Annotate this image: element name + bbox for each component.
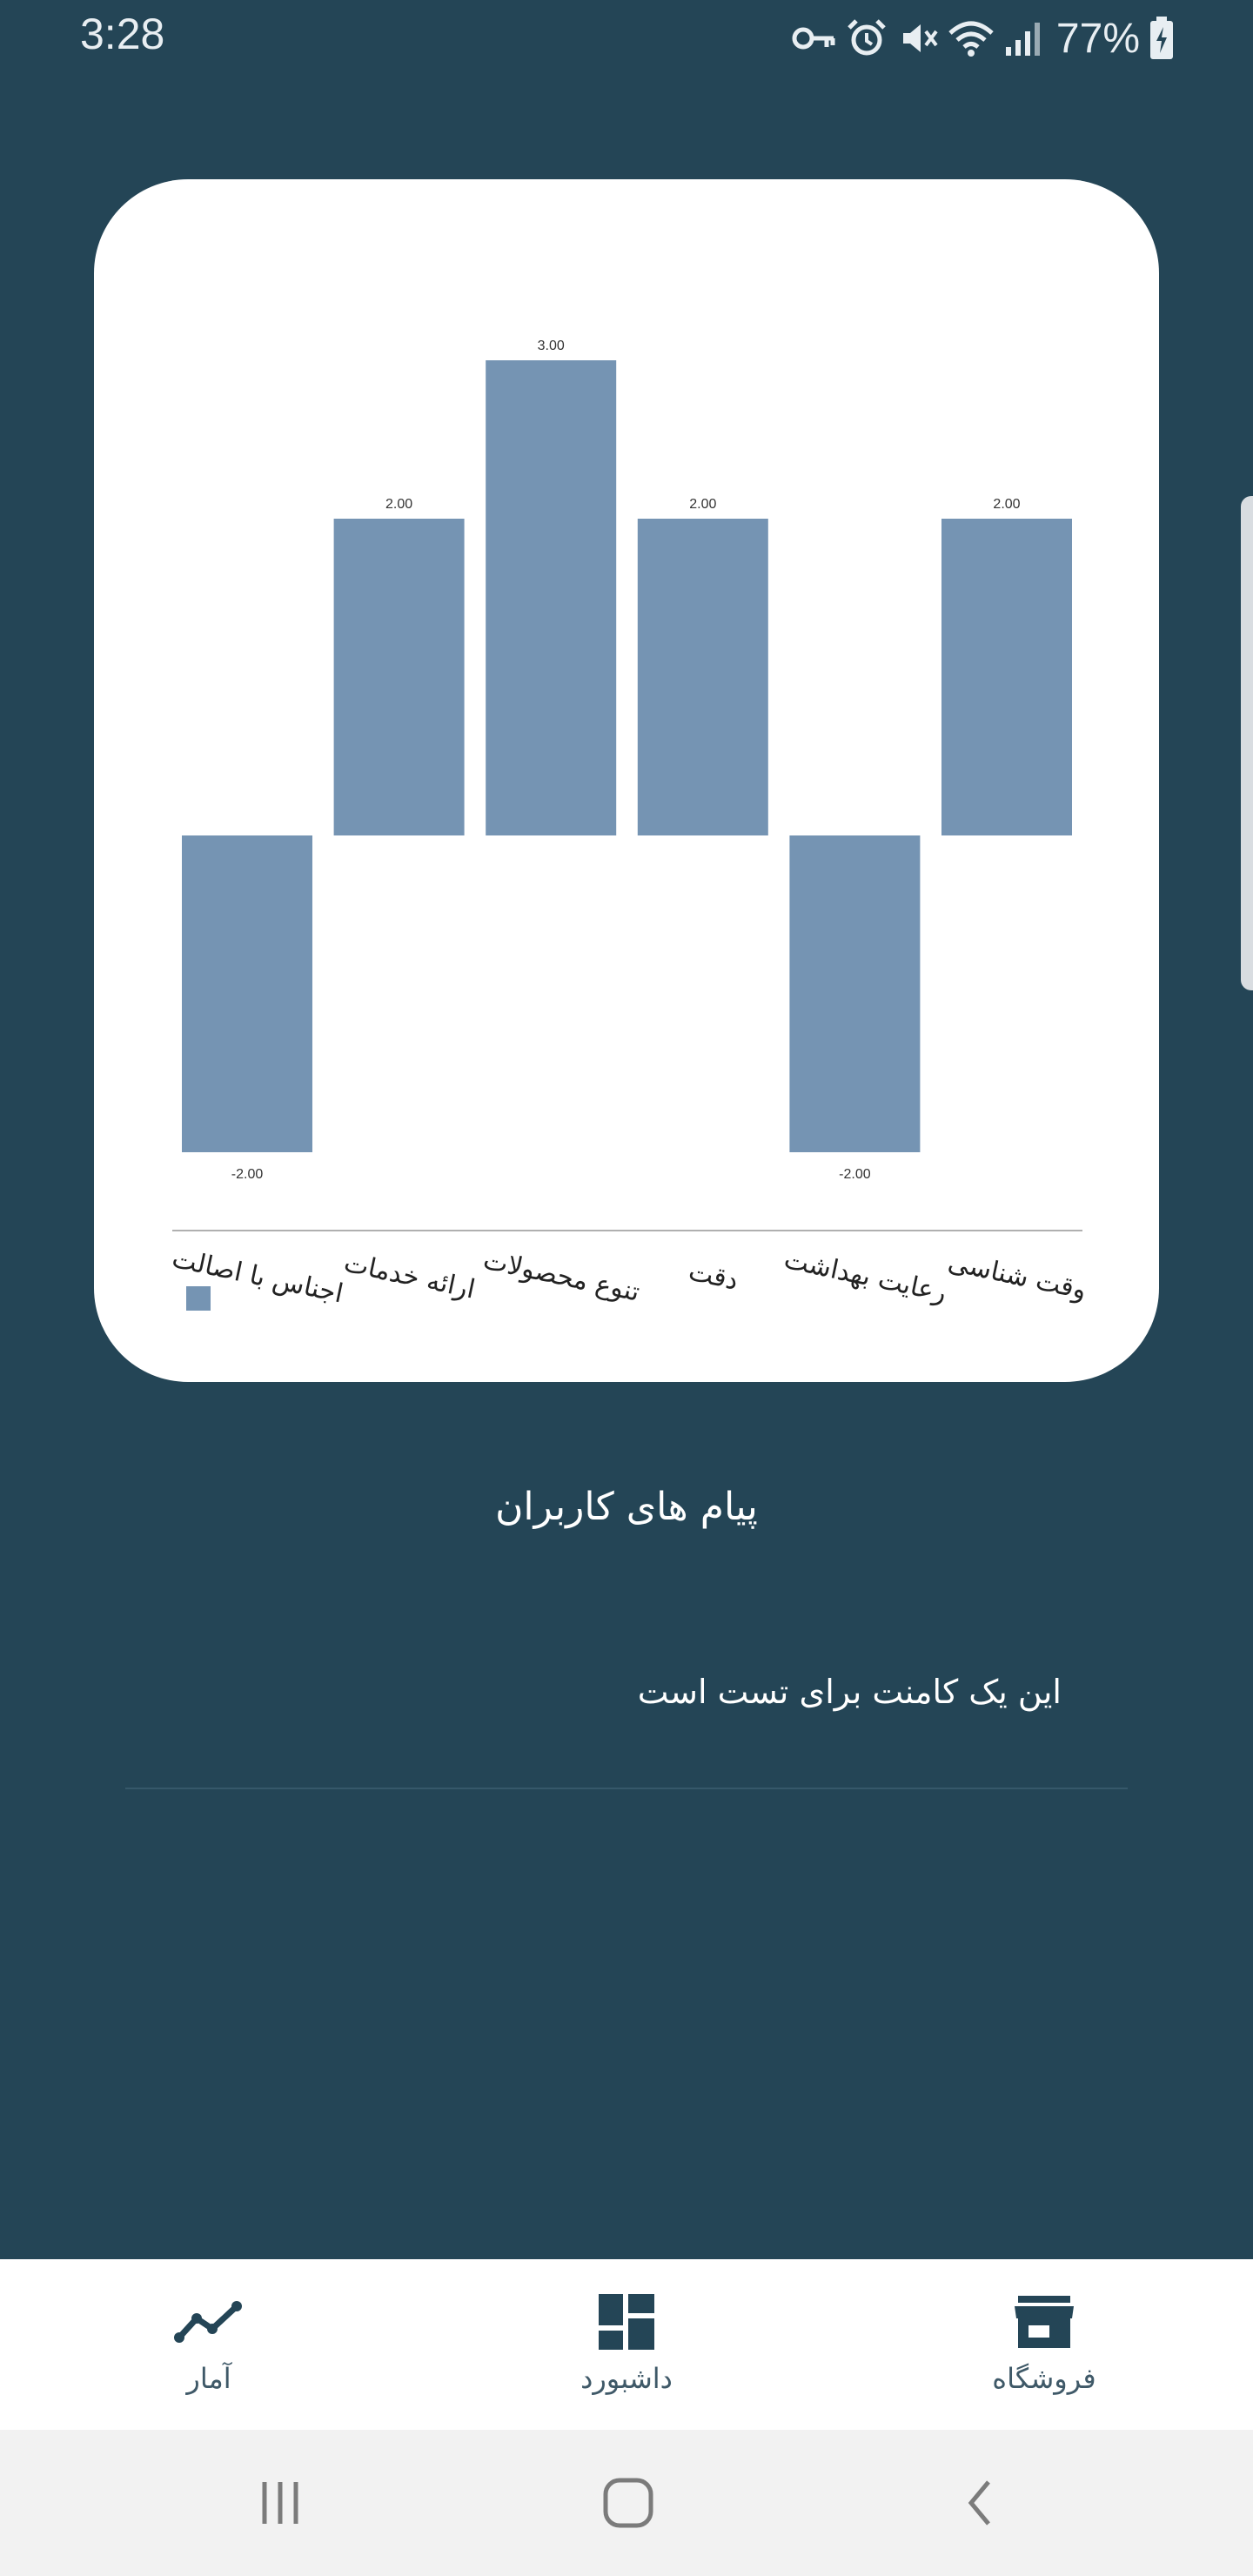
bar-value-label-0: -2.00	[231, 1167, 264, 1182]
wifi-icon	[948, 21, 994, 57]
bar-value-label-1: 2.00	[385, 497, 412, 512]
alarm-icon	[848, 19, 886, 56]
back-button[interactable]	[929, 2468, 1034, 2538]
category-label-1: ارائه خدمات	[341, 1248, 478, 1305]
bar-3[interactable]	[637, 519, 768, 835]
stats-line-icon	[174, 2301, 242, 2343]
nav-label-stats: آمار	[186, 2362, 231, 2395]
bar-2[interactable]	[486, 360, 617, 835]
bar-5[interactable]	[941, 519, 1072, 835]
messages-title: پیام های کاربران	[495, 1485, 758, 1529]
comment-text: این یک کامنت برای تست است	[637, 1673, 1062, 1711]
bar-value-label-5: 2.00	[993, 497, 1020, 512]
category-label-3: دقت	[686, 1257, 740, 1297]
signal-icon	[1005, 23, 1040, 56]
system-nav-bar	[0, 2430, 1253, 2576]
back-icon	[968, 2480, 990, 2526]
status-time: 3:28	[80, 10, 165, 58]
nav-label-store: فروشگاه	[992, 2362, 1096, 2395]
legend-swatch	[186, 1286, 211, 1311]
bar-value-label-3: 2.00	[689, 497, 716, 512]
battery-percent: 77%	[1055, 15, 1140, 62]
home-button[interactable]	[576, 2468, 680, 2538]
comment-divider	[125, 1788, 1128, 1789]
bar-value-label-2: 3.00	[538, 339, 565, 353]
chart-card: -2.00 اجناس با اصالت 2.00 ارائه خدمات 3.00 تن…	[94, 179, 1159, 1382]
nav-item-stats[interactable]: آمار	[78, 2259, 339, 2430]
bar-0[interactable]	[182, 835, 312, 1152]
status-icons: 77%	[792, 12, 1175, 64]
battery-charging-icon	[1150, 17, 1173, 59]
nav-label-dashboard: داشبورد	[580, 2362, 673, 2395]
category-label-5: وقت شناسی	[945, 1247, 1089, 1306]
home-icon	[603, 2478, 653, 2528]
category-label-2: تنوع محصولات	[480, 1245, 642, 1308]
nav-item-dashboard[interactable]: داشبورد	[496, 2259, 757, 2430]
bar-value-label-4: -2.00	[839, 1167, 871, 1182]
status-bar: 3:28 77%	[0, 0, 1253, 73]
bar-4[interactable]	[789, 835, 921, 1152]
nav-item-store[interactable]: فروشگاه	[914, 2259, 1175, 2430]
vpn-key-icon	[792, 27, 835, 50]
recent-apps-icon	[262, 2482, 298, 2524]
edge-panel-handle[interactable]	[1241, 496, 1253, 990]
bar-1[interactable]	[333, 519, 465, 835]
bottom-nav: آمار داشبورد فروشگاه	[0, 2259, 1253, 2430]
category-label-4: رعایت بهداشت	[781, 1244, 949, 1309]
bar-chart: -2.00اجناس با اصالت2.00ارائه خدمات3.00تن…	[170, 339, 1089, 1311]
recent-apps-button[interactable]	[228, 2468, 332, 2538]
dashboard-icon	[599, 2294, 654, 2350]
mute-icon	[902, 24, 938, 52]
store-icon	[1015, 2296, 1074, 2348]
